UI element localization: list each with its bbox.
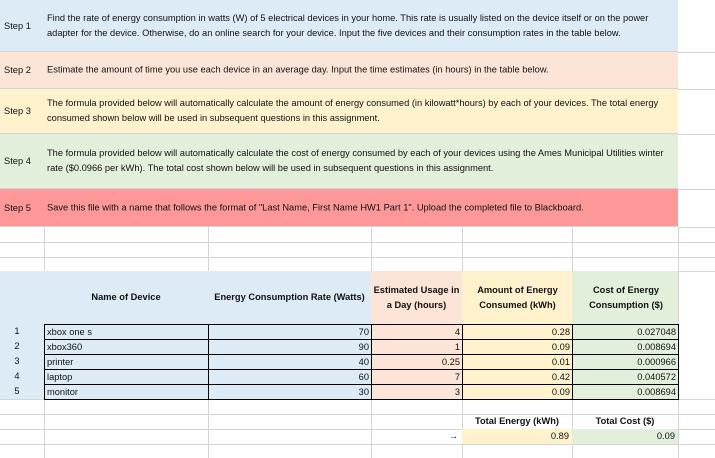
step-text: Find the rate of energy consumption in w… [47,12,649,38]
row-number: 3 [14,356,20,366]
cell-name[interactable]: monitor [44,384,209,400]
row-number: 1 [14,326,20,336]
row-number: 4 [14,371,20,381]
cell-energy[interactable]: 0.09 [462,339,573,355]
step-3[interactable]: Step 3 The formula provided below will au… [0,89,678,134]
total-cost-value[interactable]: 0.09 [572,429,678,444]
cell-cost[interactable]: 0.008694 [572,384,679,400]
step-5[interactable]: Step 5 Save this file with a name that fo… [0,189,678,227]
cell-name[interactable]: laptop [44,369,209,385]
step-text: The formula provided below will automati… [47,98,659,123]
step-text: The formula provided below will automati… [47,148,664,173]
cell-energy[interactable]: 0.01 [462,354,573,370]
cell-cost[interactable]: 0.008694 [572,339,679,355]
step-label: Step 5 [4,202,31,213]
cell-usage[interactable]: 1 [371,339,463,355]
header-consumption-rate: Energy Consumption Rate (Watts) [214,292,365,302]
cell-usage[interactable]: 0.25 [371,354,463,370]
cell-rate[interactable]: 70 [208,324,372,340]
step-2[interactable]: Step 2 Estimate the amount of time you us… [0,52,678,89]
step-1[interactable]: Step 1 Find the rate of energy consumptio… [0,0,678,52]
cell-usage[interactable]: 7 [371,369,463,385]
header-cost: Cost of Energy Consumption ($) [589,284,663,310]
cell-cost[interactable]: 0.027048 [572,324,679,340]
step-label: Step 2 [4,65,31,75]
row-line [0,242,715,243]
step-label: Step 4 [4,156,31,166]
row-line [678,227,715,228]
row-line [678,189,715,190]
cell-cost[interactable]: 0.000966 [572,354,679,370]
header-device-name: Name of Device [91,292,161,302]
cell-name[interactable]: xbox360 [44,339,209,355]
row-number: 5 [14,386,20,396]
cell-energy[interactable]: 0.09 [462,384,573,400]
row-line [678,89,715,90]
cell-rate[interactable]: 30 [208,384,372,400]
cell-usage[interactable]: 4 [371,324,463,340]
cell-energy[interactable]: 0.42 [462,369,573,385]
step-text: Estimate the amount of time you use each… [47,64,549,75]
step-4[interactable]: Step 4 The formula provided below will au… [0,134,678,189]
cell-rate[interactable]: 60 [208,369,372,385]
cell-cost[interactable]: 0.040572 [572,369,679,385]
arrow-icon: → [448,431,458,441]
row-number: 2 [14,341,20,351]
cell-rate[interactable]: 90 [208,339,372,355]
step-text: Save this file with a name that follows … [47,202,584,212]
cell-usage[interactable]: 3 [371,384,463,400]
cell-energy[interactable]: 0.28 [462,324,573,340]
row-line [678,134,715,135]
step-label: Step 3 [4,106,31,116]
header-energy: Amount of Energy Consumed (kWh) [477,284,558,310]
row-line [678,52,715,53]
header-usage: Estimated Usage in a Day (hours) [373,284,460,310]
cell-name[interactable]: xbox one s [44,324,209,340]
step-label: Step 1 [4,20,31,31]
row-line [0,257,715,258]
total-energy-label: Total Energy (kWh) [474,416,560,426]
cell-rate[interactable]: 40 [208,354,372,370]
cell-name[interactable]: printer [44,354,209,370]
total-energy-value[interactable]: 0.89 [462,429,572,444]
total-cost-label: Total Cost ($) [595,416,655,426]
row-line [0,444,715,445]
